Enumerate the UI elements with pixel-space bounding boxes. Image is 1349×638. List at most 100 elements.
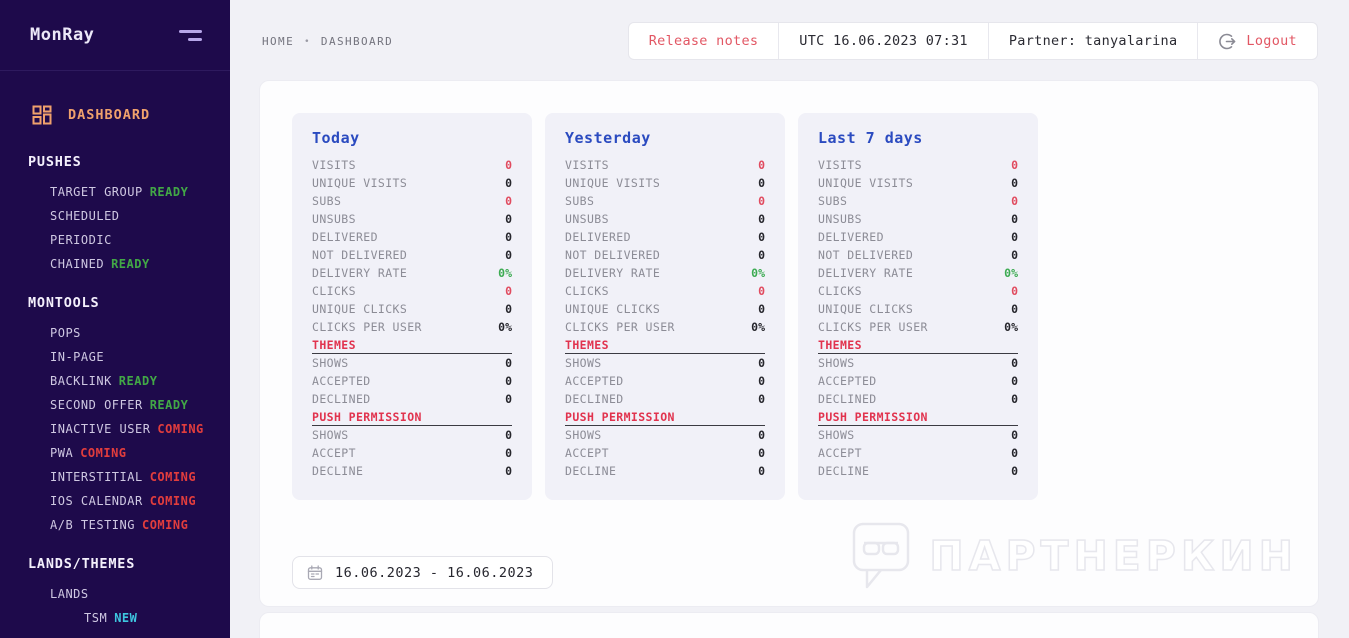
content-panel-lower — [259, 612, 1319, 638]
sidebar-item-inactive-user[interactable]: INACTIVE USER COMING — [0, 417, 230, 441]
sidebar-item-ios-calendar[interactable]: IOS CALENDAR COMING — [0, 489, 230, 513]
partner-label: Partner: tanyalarina — [987, 23, 1198, 59]
stat-row: DELIVERED 0 — [312, 228, 512, 246]
stat-value: 0 — [1011, 464, 1018, 478]
stat-row: DECLINE 0 — [818, 462, 1018, 480]
sidebar-item-periodic[interactable]: PERIODIC — [0, 228, 230, 252]
sidebar-item-in-page[interactable]: IN-PAGE — [0, 345, 230, 369]
stat-row: CLICKS 0 — [818, 282, 1018, 300]
sidebar-item-lands[interactable]: LANDS — [0, 582, 230, 606]
stat-value: 0 — [1011, 230, 1018, 244]
stat-label: DELIVERY RATE — [565, 266, 661, 280]
stat-row: DECLINE 0 — [565, 462, 765, 480]
stat-label: DECLINE — [312, 464, 364, 478]
stat-label: SUBS — [312, 194, 342, 208]
sidebar-item-label: INTERSTITIAL — [50, 470, 143, 484]
stat-row: DELIVERED 0 — [565, 228, 765, 246]
sidebar-item-label: TARGET GROUP — [50, 185, 143, 199]
breadcrumb-current: DASHBOARD — [320, 35, 394, 48]
stat-row: ACCEPTED 0 — [818, 372, 1018, 390]
stat-label: ACCEPT — [565, 446, 609, 460]
breadcrumb-home[interactable]: HOME — [262, 35, 294, 48]
status-badge: READY — [149, 185, 189, 199]
stat-label: SHOWS — [312, 356, 349, 370]
stat-label: UNIQUE CLICKS — [312, 302, 408, 316]
stat-label: CLICKS PER USER — [565, 320, 675, 334]
sidebar-item-target-group[interactable]: TARGET GROUP READY — [0, 180, 230, 204]
stat-row: NOT DELIVERED 0 — [818, 246, 1018, 264]
date-range-picker[interactable]: 16.06.2023 - 16.06.2023 — [292, 556, 553, 589]
partnerkin-logo-icon — [853, 522, 910, 589]
stat-row: CLICKS 0 — [312, 282, 512, 300]
sidebar-item-tsm[interactable]: TSM NEW — [0, 606, 230, 630]
stat-label: NOT DELIVERED — [818, 248, 914, 262]
sidebar-item-interstitial[interactable]: INTERSTITIAL COMING — [0, 465, 230, 489]
stat-row: UNIQUE CLICKS 0 — [565, 300, 765, 318]
card-section-header: PUSH PERMISSION — [818, 408, 1018, 426]
stat-label: VISITS — [565, 158, 609, 172]
card-title: Today — [312, 129, 360, 147]
stat-label: CLICKS — [312, 284, 356, 298]
stat-label: CLICKS — [818, 284, 862, 298]
stat-row: VISITS 0 — [312, 156, 512, 174]
dashboard-grid-icon — [32, 105, 52, 125]
stat-row: DECLINED 0 — [565, 390, 765, 408]
stat-row: CLICKS PER USER 0% — [312, 318, 512, 336]
breadcrumb-separator: • — [304, 36, 311, 47]
stat-label: SUBS — [565, 194, 595, 208]
stat-row: SHOWS 0 — [565, 354, 765, 372]
sidebar-item-chained[interactable]: CHAINED READY — [0, 252, 230, 276]
sidebar-section-title-pushes: PUSHES — [28, 154, 82, 170]
stat-label: SHOWS — [565, 356, 602, 370]
stat-row: DECLINED 0 — [312, 390, 512, 408]
sidebar-item-a-b-testing[interactable]: A/B TESTING COMING — [0, 513, 230, 537]
stats-card-yesterday: Yesterday VISITS 0 UNIQUE VISITS 0 SUBS 0 UNSUB… — [545, 113, 785, 500]
sidebar: MonRay DASHBOARD PUSHES TARGET GROUP READY… — [0, 0, 230, 638]
stat-row: SHOWS 0 — [565, 426, 765, 444]
stat-row: UNSUBS 0 — [818, 210, 1018, 228]
sidebar-item-label: SCHEDULED — [50, 209, 120, 223]
hamburger-icon[interactable] — [179, 26, 202, 45]
stat-label: NOT DELIVERED — [565, 248, 661, 262]
stat-label: UNIQUE CLICKS — [818, 302, 914, 316]
logout-button[interactable]: Logout — [1197, 23, 1317, 59]
sidebar-item-pwa[interactable]: PWA COMING — [0, 441, 230, 465]
stat-value: 0 — [758, 374, 765, 388]
stat-value: 0 — [758, 284, 765, 298]
sidebar-item-backlink[interactable]: BACKLINK READY — [0, 369, 230, 393]
stat-row: DELIVERY RATE 0% — [565, 264, 765, 282]
stat-label: DECLINED — [818, 392, 877, 406]
stat-label: DELIVERED — [818, 230, 884, 244]
stat-value: 0% — [1004, 320, 1018, 334]
topbar-controls: Release notes UTC 16.06.2023 07:31 Partn… — [627, 22, 1318, 60]
stat-value: 0% — [498, 266, 512, 280]
stat-label: CLICKS PER USER — [312, 320, 422, 334]
release-notes-button[interactable]: Release notes — [629, 23, 779, 59]
sidebar-item-label: A/B TESTING — [50, 518, 135, 532]
stat-row: NOT DELIVERED 0 — [312, 246, 512, 264]
stat-label: SHOWS — [818, 428, 855, 442]
sidebar-item-dashboard[interactable]: DASHBOARD — [0, 95, 230, 135]
stat-value: 0 — [1011, 284, 1018, 298]
stat-row: VISITS 0 — [565, 156, 765, 174]
sidebar-section-title-lands-themes: LANDS/THEMES — [28, 556, 136, 572]
status-badge: COMING — [149, 470, 197, 484]
stat-row: UNIQUE CLICKS 0 — [312, 300, 512, 318]
stats-card-today: Today VISITS 0 UNIQUE VISITS 0 SUBS 0 UNSUBS 0 DE… — [292, 113, 532, 500]
stat-label: ACCEPT — [312, 446, 356, 460]
stat-row: ACCEPTED 0 — [312, 372, 512, 390]
card-section-label: THEMES — [818, 337, 862, 352]
sidebar-item-second-offer[interactable]: SECOND OFFER READY — [0, 393, 230, 417]
sidebar-item-scheduled[interactable]: SCHEDULED — [0, 204, 230, 228]
status-badge: READY — [111, 257, 150, 271]
sidebar-item-pops[interactable]: POPS — [0, 321, 230, 345]
calendar-icon — [307, 564, 323, 580]
stat-label: ACCEPTED — [312, 374, 371, 388]
stat-value: 0 — [1011, 248, 1018, 262]
stat-value: 0% — [751, 266, 765, 280]
stat-row: UNIQUE VISITS 0 — [818, 174, 1018, 192]
sidebar-item-label: PWA — [50, 446, 74, 460]
stat-value: 0 — [1011, 194, 1018, 208]
stat-label: UNSUBS — [312, 212, 356, 226]
stat-value: 0 — [1011, 302, 1018, 316]
